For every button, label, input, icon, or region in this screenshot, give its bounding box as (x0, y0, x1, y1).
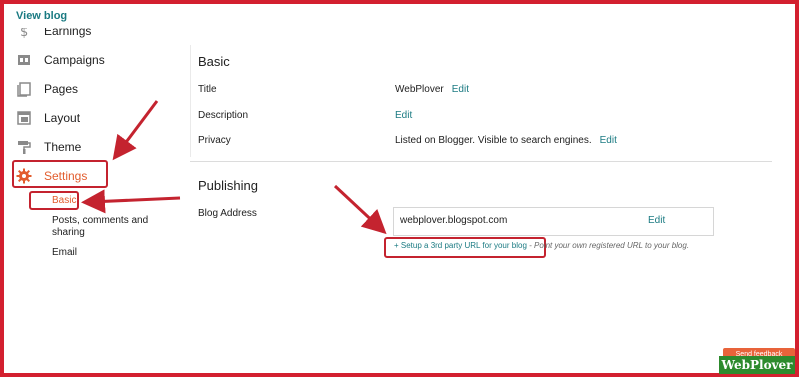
annotation-arrows (81, 100, 387, 235)
arrow-to-setup-url (333, 184, 387, 235)
webplover-watermark: WebPlover (719, 356, 795, 374)
arrow-to-basic (81, 189, 181, 214)
arrow-to-settings (112, 100, 159, 161)
